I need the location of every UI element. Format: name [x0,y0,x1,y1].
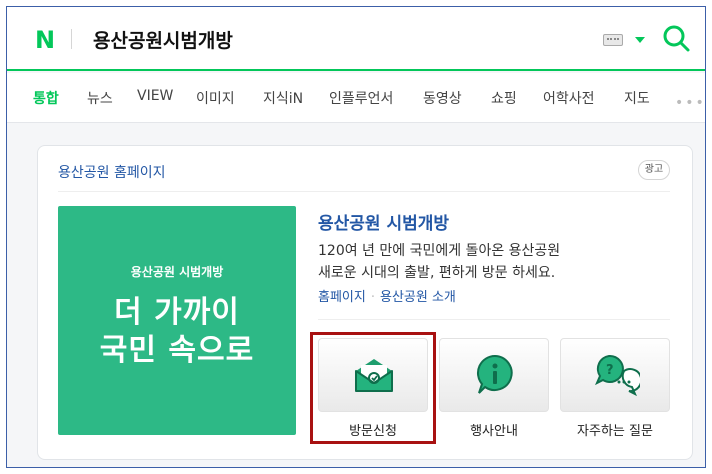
tile-button[interactable]: ? [560,338,670,412]
browser-frame: N 용산공원시범개방 통합 뉴스 VIEW 이미지 지식iN 인플루언서 동영상… [6,6,706,468]
envelope-icon [355,359,393,392]
ad-site-sub[interactable]: 홈페이지 [114,165,166,181]
homepage-link[interactable]: 홈페이지 [318,290,366,305]
search-input[interactable]: 용산공원시범개방 [93,26,233,53]
ad-title-link[interactable]: 용산공원 시범개방 [318,209,449,234]
banner-slogan: 더 가까이 국민 속으로 [58,294,296,370]
search-icon[interactable] [661,23,691,53]
svg-text:?: ? [606,363,614,378]
tab-map[interactable]: 지도 [624,88,650,108]
tab-dictionary[interactable]: 어학사전 [543,88,595,108]
keyboard-icon[interactable] [603,34,623,46]
tab-influencer[interactable]: 인플루언서 [329,88,393,108]
ad-card: 용산공원 홈페이지 광고 용산공원 시범개방 더 가까이 국민 속으로 용산공원… [37,145,693,460]
park-intro-link[interactable]: 용산공원 소개 [380,290,456,305]
info-icon [476,354,513,394]
ad-desc-line1: 120여 년 만에 국민에게 돌아온 용산공원 [318,243,561,259]
chat-question-icon: ? [595,354,640,397]
tile-label[interactable]: 방문신청 [318,420,428,439]
search-tabs: 통합 뉴스 VIEW 이미지 지식iN 인플루언서 동영상 쇼핑 어학사전 지도… [7,73,705,123]
ad-banner-image[interactable]: 용산공원 시범개방 더 가까이 국민 속으로 [58,206,296,435]
faq-tile[interactable]: ? 자주하는 질문 [560,338,670,439]
tile-button[interactable] [439,338,549,412]
divider [318,319,670,320]
event-info-tile[interactable]: 행사안내 [439,338,549,439]
tile-button[interactable] [318,338,428,412]
banner-slogan-line1: 더 가까이 [114,295,240,330]
tab-integrated[interactable]: 통합 [33,88,59,108]
ad-badge[interactable]: 광고 [638,160,670,180]
logo-divider [71,29,72,49]
search-header: N 용산공원시범개방 [7,7,705,71]
naver-logo[interactable]: N [35,26,55,54]
more-tabs-icon[interactable]: ••• [675,95,705,111]
banner-subtitle: 용산공원 시범개방 [130,265,224,279]
tab-shopping[interactable]: 쇼핑 [491,88,517,108]
tab-video[interactable]: 동영상 [423,88,462,108]
ad-site-name[interactable]: 용산공원 [58,165,110,181]
tile-label[interactable]: 행사안내 [439,420,549,439]
tab-images[interactable]: 이미지 [196,88,235,108]
tab-kin[interactable]: 지식iN [263,88,303,108]
visit-apply-tile[interactable]: 방문신청 [310,332,436,444]
dropdown-arrow-icon[interactable] [635,37,645,43]
ad-description: 120여 년 만에 국민에게 돌아온 용산공원 새로운 시대의 출발, 편하게 … [318,240,668,284]
link-separator: · [370,290,375,305]
ad-links: 홈페이지 · 용산공원 소개 [318,286,456,305]
banner-slogan-line2: 국민 속으로 [99,333,255,368]
ad-site-header[interactable]: 용산공원 홈페이지 [58,162,166,182]
ad-desc-line2: 새로운 시대의 출발, 편하게 방문 하세요. [318,265,556,281]
divider [58,191,670,192]
tab-view[interactable]: VIEW [137,88,173,104]
tab-news[interactable]: 뉴스 [87,88,113,108]
tile-label[interactable]: 자주하는 질문 [560,420,670,439]
